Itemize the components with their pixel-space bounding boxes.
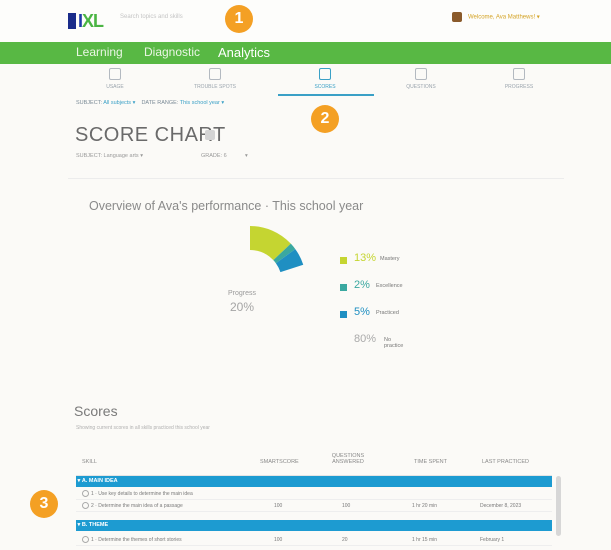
date-filter-dropdown[interactable]: This school year ▾ (180, 100, 224, 106)
main-nav: Learning Diagnostic Analytics (0, 42, 611, 64)
tab-progress-label: PROGRESS (504, 84, 534, 90)
tab-questions[interactable]: QUESTIONS (386, 66, 456, 90)
col-smartscore[interactable]: SMARTSCORE (260, 459, 299, 465)
legend-value: 2% (354, 279, 370, 291)
scores-title: Scores (74, 403, 118, 419)
logo-text: IXL (78, 11, 104, 31)
nav-analytics[interactable]: Analytics (218, 45, 270, 60)
usage-icon (109, 68, 121, 80)
trouble-spots-icon (209, 68, 221, 80)
overview-title: Overview of Ava's performance · This sch… (89, 199, 364, 213)
scores-note: Showing current scores in all skills pra… (76, 425, 210, 431)
cell-questions: 20 (342, 537, 348, 543)
cell-time: 1 hr 20 min (412, 503, 438, 509)
page: IXL Search topics and skills Welcome, Av… (0, 0, 611, 550)
nav-diagnostic[interactable]: Diagnostic (144, 45, 200, 59)
tab-trouble-spots[interactable]: TROUBLE SPOTS (180, 66, 250, 90)
tab-progress[interactable]: PROGRESS (484, 66, 554, 90)
cell-score: 100 (274, 537, 283, 543)
cell-last: February 1 (480, 537, 505, 543)
subject-filter-label: SUBJECT: (76, 100, 102, 106)
col-questions[interactable]: QUESTIONS ANSWERED (328, 453, 368, 465)
cell-score: 100 (274, 503, 283, 509)
legend-label: No practice (384, 337, 404, 349)
cell-skill: 2 · Determine the main idea of a passage (91, 503, 183, 509)
filter-bar: SUBJECT: All subjects ▾ DATE RANGE: This… (76, 100, 224, 106)
top-bar: IXL Search topics and skills Welcome, Av… (0, 0, 611, 42)
tab-scores[interactable]: SCORES (290, 66, 360, 90)
legend-label: Excellence (376, 283, 403, 289)
cell-questions: 100 (342, 503, 351, 509)
nav-learning[interactable]: Learning (76, 45, 123, 59)
section-header-theme[interactable]: ▾ B. THEME (76, 520, 552, 531)
table-header: SKILL SMARTSCORE QUESTIONS ANSWERED TIME… (76, 449, 552, 476)
progress-center-label: Progress (227, 290, 256, 297)
callout-badge-1: 1 (225, 5, 253, 33)
subject-select[interactable]: SUBJECT: Language arts ▾ (76, 153, 143, 159)
user-menu[interactable]: Welcome, Ava Matthews! ▾ (452, 12, 540, 22)
legend-value: 13% (354, 252, 377, 264)
cell-skill: 1 · Use key details to determine the mai… (91, 491, 193, 497)
legend-value: 5% (354, 306, 370, 318)
grade-select-label: GRADE: (201, 153, 223, 159)
active-tab-underline (278, 94, 374, 96)
col-skill[interactable]: SKILL (82, 459, 97, 465)
cell-last: December 8, 2023 (480, 503, 522, 509)
questions-icon (415, 68, 427, 80)
row-radio[interactable] (82, 536, 89, 543)
callout-badge-3: 3 (30, 490, 58, 518)
grade-select-value: 6 (223, 153, 227, 159)
search-input[interactable]: Search topics and skills (120, 14, 280, 26)
table-row[interactable]: 1 · Use key details to determine the mai… (76, 488, 552, 500)
section-header-main-idea[interactable]: ▾ A. MAIN IDEA (76, 476, 552, 487)
score-chart-selectors: SUBJECT: Language arts ▾ GRADE: 6 ▾ (76, 153, 316, 165)
legend-swatch (340, 257, 347, 264)
row-radio[interactable] (82, 502, 89, 509)
analytics-subnav: USAGE TROUBLE SPOTS SCORES QUESTIONS PRO… (70, 64, 560, 98)
table-row[interactable]: 2 · Determine the main idea of a passage… (76, 500, 552, 512)
legend-label: Mastery (380, 256, 400, 262)
user-label: Welcome, Ava Matthews! ▾ (468, 14, 540, 21)
col-last-practiced[interactable]: LAST PRACTICED (482, 459, 529, 465)
tab-trouble-label: TROUBLE SPOTS (194, 84, 236, 90)
print-icon[interactable] (205, 130, 215, 140)
page-title: SCORE CHART (75, 124, 226, 146)
section-name: B. THEME (81, 522, 109, 528)
col-time-spent[interactable]: TIME SPENT (414, 459, 447, 465)
legend-swatch (340, 284, 347, 291)
progress-icon (513, 68, 525, 80)
section-name: A. MAIN IDEA (81, 478, 118, 484)
legend-swatch (340, 311, 347, 318)
progress-center-value: 20% (229, 300, 255, 314)
table-row[interactable]: 1 · Determine the themes of short storie… (76, 534, 552, 546)
logo-mark (68, 13, 76, 29)
date-filter-label: DATE RANGE: (141, 100, 179, 106)
legend-value: 80% (354, 333, 377, 345)
tab-usage-label: USAGE (106, 84, 124, 90)
cell-time: 1 hr 15 min (412, 537, 438, 543)
scores-table: SKILL SMARTSCORE QUESTIONS ANSWERED TIME… (76, 449, 552, 550)
subject-filter-dropdown[interactable]: All subjects ▾ (103, 100, 135, 106)
grade-select[interactable]: GRADE: 6 ▾ (201, 153, 248, 159)
tab-questions-label: QUESTIONS (406, 84, 436, 90)
legend-label: Practiced (376, 310, 399, 316)
progress-donut-chart (250, 226, 304, 273)
callout-badge-2: 2 (311, 105, 339, 133)
cell-skill: 1 · Determine the themes of short storie… (91, 537, 182, 543)
row-radio[interactable] (82, 490, 89, 497)
scores-icon (319, 68, 331, 80)
avatar-icon (452, 12, 462, 22)
subject-select-label: SUBJECT: (76, 153, 102, 159)
subject-select-value: Language arts (103, 153, 139, 159)
table-scrollbar[interactable] (556, 476, 561, 536)
ixl-logo[interactable]: IXL (68, 11, 114, 31)
tab-scores-label: SCORES (314, 84, 336, 90)
tab-usage[interactable]: USAGE (80, 66, 150, 90)
